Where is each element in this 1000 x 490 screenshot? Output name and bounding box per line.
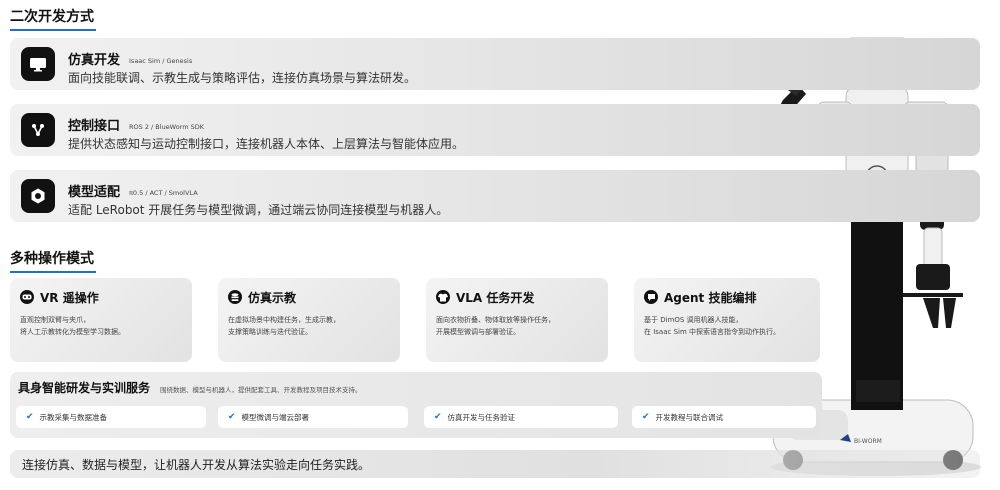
section-title-dev-text: 二次开发方式	[10, 9, 94, 25]
section-title-modes-text: 多种操作模式	[10, 251, 94, 267]
dev-card-subtitle: Isaac Sim / Genesis	[129, 56, 193, 65]
check-icon: ✔	[434, 412, 442, 422]
check-icon: ✔	[26, 412, 34, 422]
mode-card-title: VR 遥操作	[40, 291, 99, 305]
dev-card-desc: 适配 LeRobot 开展任务与模型微调，通过端云协同连接模型与机器人。	[68, 203, 449, 217]
dev-card-title: 仿真开发 Isaac Sim / Genesis	[68, 53, 193, 68]
service-title: 具身智能研发与实训服务 围绕数据、模型与机器人，提供配套工具、开发教程及项目技术支…	[18, 381, 362, 395]
check-icon: ✔	[642, 412, 650, 422]
service-subtitle: 围绕数据、模型与机器人，提供配套工具、开发教程及项目技术支持。	[160, 385, 362, 394]
chat-icon	[644, 290, 658, 304]
mode-card-desc: 面向衣物折叠、物体取放等操作任务， 开展模型微调与部署验证。	[436, 316, 555, 336]
mode-card-title: 仿真示教	[248, 291, 297, 305]
service-item: ✔ 示教采集与数据准备	[16, 406, 206, 428]
dev-card-desc: 提供状态感知与运动控制接口，连接机器人本体、上层算法与智能体应用。	[68, 137, 465, 151]
mode-card-title: VLA 任务开发	[456, 291, 535, 305]
dev-card-model: 模型适配 π0.5 / ACT / SmolVLA 适配 LeRobot 开展任务…	[10, 170, 980, 222]
service-item: ✔ 开发教程与联合调试	[632, 406, 816, 428]
mode-card-sim-teach: 仿真示教 在虚拟场景中构建任务，生成示教， 支撑策略训练与迭代验证。	[218, 278, 400, 362]
mode-card-agent: Agent 技能编排 基于 DimOS 调用机器人技能，在 Isaac Sim …	[634, 278, 820, 362]
dev-card-control: 控制接口 ROS 2 / BlueWorm SDK 提供状态感知与运动控制接口，连…	[10, 104, 980, 156]
control-icon	[21, 113, 55, 147]
dev-card-simulation: 仿真开发 Isaac Sim / Genesis 面向技能联调、示教生成与策略评估…	[10, 38, 980, 90]
dev-card-subtitle: π0.5 / ACT / SmolVLA	[129, 188, 198, 197]
mode-card-title: Agent 技能编排	[664, 291, 757, 305]
service-panel: 具身智能研发与实训服务 围绕数据、模型与机器人，提供配套工具、开发教程及项目技术支…	[10, 372, 822, 438]
database-icon	[228, 290, 242, 304]
dev-card-subtitle: ROS 2 / BlueWorm SDK	[129, 122, 205, 131]
section-underline	[10, 271, 96, 273]
dev-card-title: 模型适配 π0.5 / ACT / SmolVLA	[68, 185, 198, 200]
model-icon	[21, 179, 55, 213]
mode-card-desc: 在虚拟场景中构建任务，生成示教， 支撑策略训练与迭代验证。	[228, 316, 340, 336]
robot-base-logo: BI-WORM	[854, 438, 882, 445]
footer-text: 连接仿真、数据与模型，让机器人开发从算法实验走向任务实践。	[22, 458, 371, 472]
check-icon: ✔	[228, 412, 236, 422]
footer-bar: 连接仿真、数据与模型，让机器人开发从算法实验走向任务实践。	[10, 450, 980, 478]
service-item: ✔ 仿真开发与任务验证	[424, 406, 618, 428]
mode-card-desc: 基于 DimOS 调用机器人技能，在 Isaac Sim 中探索语言指令到动作执…	[644, 316, 781, 336]
section-title-dev: 二次开发方式	[10, 6, 96, 31]
mode-card-vr: VR 遥操作 直观控制双臂与夹爪， 将人工示教转化为模型学习数据。	[10, 278, 192, 362]
dev-card-desc: 面向技能联调、示教生成与策略评估，连接仿真场景与算法研发。	[68, 71, 417, 85]
dev-card-title: 控制接口 ROS 2 / BlueWorm SDK	[68, 119, 205, 134]
mode-card-desc: 直观控制双臂与夹爪， 将人工示教转化为模型学习数据。	[20, 316, 125, 336]
section-title-modes: 多种操作模式	[10, 248, 96, 273]
section-underline	[10, 29, 96, 31]
service-item: ✔ 模型微调与端云部署	[218, 406, 408, 428]
monitor-icon	[21, 47, 55, 81]
mode-card-vla: VLA 任务开发 面向衣物折叠、物体取放等操作任务， 开展模型微调与部署验证。	[426, 278, 608, 362]
vr-icon	[20, 290, 34, 304]
shirt-icon	[436, 290, 450, 304]
